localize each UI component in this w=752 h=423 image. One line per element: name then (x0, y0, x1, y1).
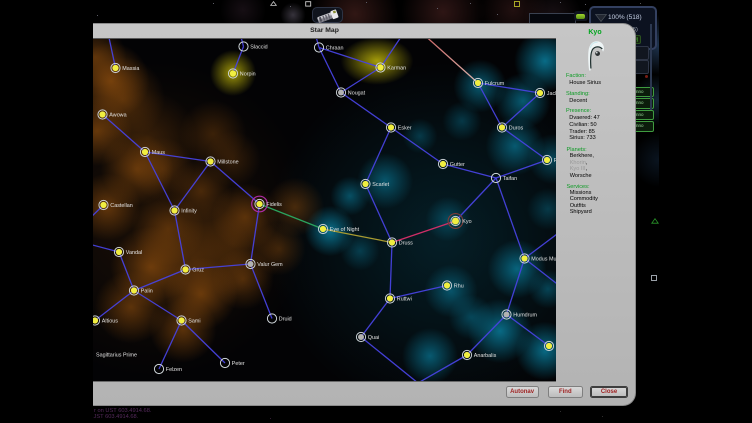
svg-text:Ruttwi: Ruttwi (397, 297, 412, 303)
svg-text:Millstone: Millstone (217, 160, 238, 166)
svg-text:Gutter: Gutter (450, 162, 465, 168)
svg-text:Massia: Massia (122, 66, 139, 72)
svg-text:Quai: Quai (368, 335, 379, 341)
svg-text:Norpin: Norpin (240, 72, 256, 78)
svg-text:Druid: Druid (279, 317, 292, 323)
svg-text:Rhu: Rhu (454, 284, 464, 290)
svg-text:Fidelis: Fidelis (266, 202, 282, 208)
svg-text:Valur Gem: Valur Gem (257, 262, 283, 268)
svg-text:Palia: Palia (554, 158, 556, 164)
svg-text:Jackson: Jackson (547, 91, 556, 97)
svg-text:Esker: Esker (398, 126, 412, 132)
svg-text:Altious: Altious (102, 319, 118, 325)
svg-text:Castellan: Castellan (110, 203, 132, 209)
svg-text:Duros: Duros (509, 126, 524, 132)
svg-text:Eye of Night: Eye of Night (330, 227, 360, 233)
svg-text:Gruz: Gruz (192, 268, 204, 274)
svg-text:Peter: Peter (232, 361, 245, 367)
svg-text:Vandal: Vandal (126, 250, 142, 256)
svg-text:Taifan: Taifan (503, 176, 517, 182)
svg-text:Anarbalis: Anarbalis (474, 353, 497, 359)
svg-text:Sagittarius Prime: Sagittarius Prime (96, 353, 137, 359)
svg-text:Awowa: Awowa (109, 113, 126, 119)
svg-text:Humdrum: Humdrum (513, 313, 537, 319)
svg-text:Scarlet: Scarlet (372, 182, 389, 188)
svg-text:Kyo: Kyo (462, 219, 471, 225)
svg-text:Chraan: Chraan (326, 46, 344, 52)
svg-text:Sami: Sami (188, 319, 200, 325)
svg-text:Modus Mundi: Modus Mundi (531, 257, 556, 263)
svg-text:Infinity: Infinity (181, 209, 197, 215)
svg-text:Nougat: Nougat (348, 91, 366, 97)
svg-text:Palin: Palin (141, 289, 153, 295)
svg-text:Maus: Maus (152, 150, 165, 156)
svg-text:Druss: Druss (399, 241, 413, 247)
svg-text:Fulcrum: Fulcrum (485, 81, 505, 87)
svg-text:Felzen: Felzen (166, 367, 182, 373)
svg-text:Slaccid: Slaccid (250, 45, 267, 51)
svg-text:Karman: Karman (387, 66, 406, 72)
